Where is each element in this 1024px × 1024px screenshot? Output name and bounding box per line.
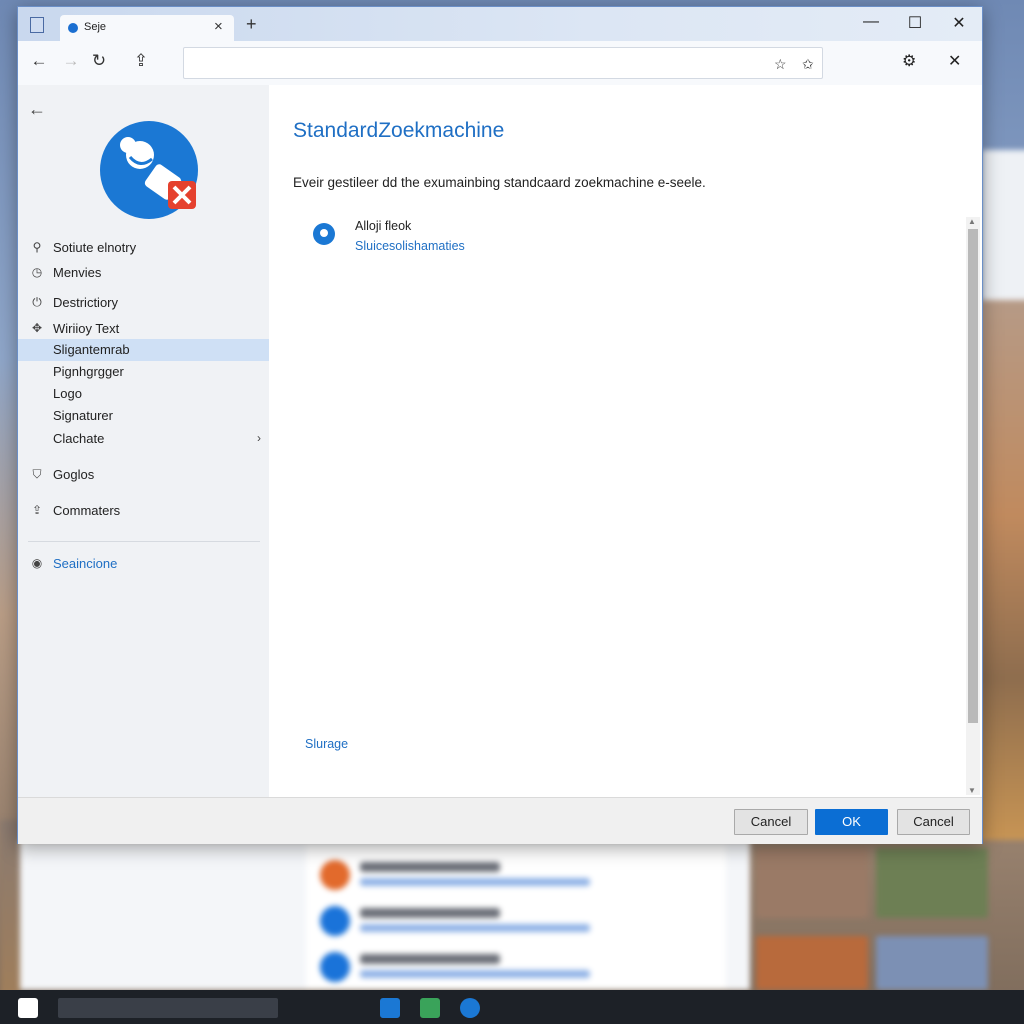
sidebar-item-label: Clachate bbox=[53, 431, 105, 446]
new-tab-icon[interactable]: + bbox=[246, 14, 257, 35]
page-title: StandardZoekmachine bbox=[293, 119, 505, 142]
maximize-icon[interactable]: ☐ bbox=[900, 13, 930, 33]
scroll-down-icon[interactable]: ▼ bbox=[968, 786, 976, 795]
share-icon: ⇪ bbox=[31, 503, 43, 517]
start-button[interactable] bbox=[18, 998, 38, 1018]
avatar-graphic bbox=[120, 137, 196, 209]
clock-icon: ◷ bbox=[31, 265, 43, 279]
profile-icon: ⚲ bbox=[32, 240, 42, 254]
sidebar-item-label: Signaturer bbox=[53, 408, 113, 423]
scrollbar-thumb[interactable] bbox=[968, 229, 978, 723]
power-icon: ⏻ bbox=[32, 295, 42, 309]
sidebar-back-icon[interactable]: ← bbox=[28, 99, 46, 120]
search-circle-icon: ◉ bbox=[31, 556, 43, 570]
background-window-right bbox=[982, 150, 1024, 310]
taskbar-app-icon[interactable] bbox=[380, 998, 400, 1018]
sidebar-item-label: Menvies bbox=[53, 265, 102, 280]
sidebar-divider bbox=[28, 541, 260, 542]
title-bar: Sејe × + — ☐ ✕ bbox=[18, 7, 982, 41]
background-list-item bbox=[320, 948, 720, 988]
search-engine-icon bbox=[313, 223, 335, 245]
close-window-icon[interactable]: ✕ bbox=[944, 13, 974, 33]
forward-icon[interactable]: → bbox=[60, 51, 82, 71]
tab-close-icon[interactable]: × bbox=[214, 18, 223, 35]
collections-icon[interactable]: ✩ bbox=[802, 56, 814, 73]
sidebar-item-label: Seaincione bbox=[53, 556, 118, 571]
search-engine-name: Alloji fleok bbox=[355, 219, 412, 233]
puzzle-icon: ✥ bbox=[31, 321, 43, 335]
background-landscape bbox=[980, 300, 1024, 840]
browser-tab[interactable]: Sејe × bbox=[60, 15, 234, 41]
cancel-button-secondary[interactable]: Cancel bbox=[897, 809, 970, 835]
browser-toolbar: ← → ↻ ⇪ ☆ ✩ ⚙ ✕ bbox=[18, 41, 982, 85]
background-thumbnail bbox=[756, 848, 868, 918]
sidebar-item-label: Goglos bbox=[53, 467, 95, 482]
minimize-icon[interactable]: — bbox=[856, 13, 886, 31]
search-engine-option[interactable]: Alloji fleok Sluicesolishamaties bbox=[313, 219, 513, 263]
refresh-icon[interactable]: ↻ bbox=[88, 51, 110, 71]
sidebar-subitem[interactable]: Pignhgrgger bbox=[18, 361, 269, 383]
tab-title: Sејe bbox=[84, 21, 107, 33]
sidebar-item-search-link[interactable]: ◉ Seaincione bbox=[18, 553, 269, 575]
sidebar-item-label: Wiriioy Text bbox=[53, 321, 120, 336]
tab-favicon-icon bbox=[68, 23, 78, 33]
sidebar-item-history[interactable]: ◷ Menvies bbox=[18, 262, 269, 284]
back-icon[interactable]: ← bbox=[28, 51, 50, 71]
background-thumbnail bbox=[876, 848, 988, 918]
taskbar-app-icon[interactable] bbox=[460, 998, 480, 1018]
search-engine-link[interactable]: Sluicesolishamaties bbox=[355, 239, 465, 253]
sidebar-subitem-logo[interactable]: Logo bbox=[18, 383, 269, 405]
sidebar-subitem-signature[interactable]: Signaturer bbox=[18, 405, 269, 427]
home-icon[interactable]: ⇪ bbox=[130, 51, 152, 71]
address-bar[interactable]: ☆ ✩ bbox=[183, 47, 823, 79]
background-thumbnail bbox=[756, 936, 868, 990]
sidebar-item-label: Sotiute elnotry bbox=[53, 240, 137, 255]
content-scrollbar[interactable]: ▲ ▼ bbox=[966, 217, 980, 795]
sidebar-item-label: Sligantemrab bbox=[53, 342, 130, 357]
cancel-button[interactable]: Cancel bbox=[734, 809, 808, 835]
profile-avatar-icon[interactable] bbox=[100, 121, 198, 219]
background-list-item bbox=[320, 902, 720, 942]
background-list-item bbox=[320, 856, 720, 896]
background-landscape-left bbox=[0, 820, 20, 1000]
ok-button[interactable]: OK bbox=[815, 809, 888, 835]
sidebar-subitem-expandable[interactable]: Clachate › bbox=[18, 428, 269, 450]
favorite-star-icon[interactable]: ☆ bbox=[774, 56, 787, 73]
sidebar-item-share[interactable]: ⇪ Commaters bbox=[18, 500, 269, 522]
sidebar-item-selected[interactable]: Sligantemrab bbox=[18, 339, 269, 361]
sidebar-item-profiles[interactable]: ⚲ Sotiute elnotry bbox=[18, 237, 269, 259]
taskbar-search-box[interactable] bbox=[58, 998, 278, 1018]
sidebar-item-label: Logo bbox=[53, 386, 82, 401]
background-thumbnail bbox=[876, 936, 988, 990]
settings-sidebar: ← ⚲ Sotiute elnotry ◷ Menvies ⏻ Destrict… bbox=[18, 85, 269, 797]
page-description: Eveir gestileer dd the exumainbing stand… bbox=[293, 175, 706, 190]
app-window-icon bbox=[30, 17, 44, 33]
settings-window: Sејe × + — ☐ ✕ ← → ↻ ⇪ ☆ ✩ ⚙ ✕ ← ⚲ Sotiu… bbox=[17, 6, 983, 844]
sidebar-item-extensions[interactable]: ✥ Wiriioy Text bbox=[18, 318, 269, 340]
sidebar-item-label: Destrictiory bbox=[53, 295, 119, 310]
shield-icon: ⛉ bbox=[32, 467, 42, 481]
sidebar-item-startup[interactable]: ⏻ Destrictiory bbox=[18, 292, 269, 314]
dialog-footer: Cancel OK Cancel bbox=[18, 797, 982, 844]
taskbar-app-icon[interactable] bbox=[420, 998, 440, 1018]
settings-content: StandardZoekmachine Eveir gestileer dd t… bbox=[269, 85, 982, 797]
chevron-right-icon: › bbox=[257, 431, 261, 445]
toolbar-close-icon[interactable]: ✕ bbox=[948, 51, 961, 71]
sidebar-item-privacy[interactable]: ⛉ Goglos bbox=[18, 464, 269, 486]
content-footer-link[interactable]: Slurage bbox=[305, 737, 348, 751]
sidebar-item-label: Pignhgrgger bbox=[53, 364, 124, 379]
extension-icon[interactable]: ⚙ bbox=[902, 51, 916, 71]
scroll-up-icon[interactable]: ▲ bbox=[968, 217, 976, 226]
sidebar-item-label: Commaters bbox=[53, 503, 121, 518]
